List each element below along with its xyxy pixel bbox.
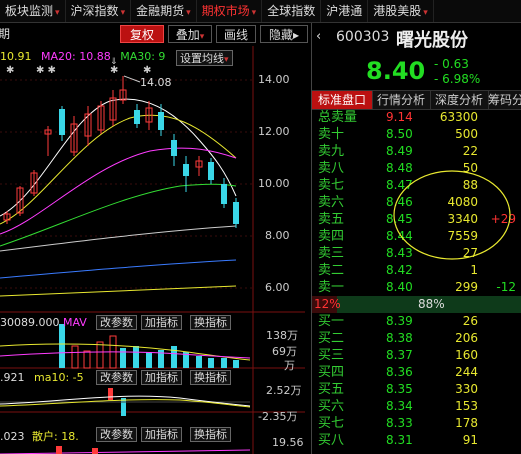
ma120-line: [0, 259, 237, 279]
quote-panel: ‹ 600303 曙光股份 8.40 - 0.63 - 6.98% 标准盘口 行…: [311, 23, 521, 454]
chart-toolbar: 期 复权 叠加▾ 画线 隐藏▸: [0, 23, 310, 45]
volume-legend-value: 30089.000: [0, 316, 60, 329]
candle-8: [97, 101, 105, 134]
chevron-right-icon: ▸: [292, 28, 300, 42]
candle-4: [44, 126, 52, 156]
chevron-down-icon: ▾: [120, 8, 126, 18]
price-axis-tick: 12.00: [258, 125, 290, 138]
candle-5: [59, 106, 65, 141]
macd-legend-b: ma10: -5: [34, 371, 84, 384]
retail-axis-tick: 19.56: [272, 436, 304, 449]
signal-star-icon: ✱: [6, 65, 14, 76]
top-nav: 板块监测 ▾ 沪深指数 ▾ 金融期货 ▾ 期权市场 ▾ 全球指数 沪港通 港股美股 ▾: [0, 0, 521, 23]
chevron-down-icon: ▾: [186, 8, 191, 18]
price-axis-tick: 6.00: [265, 281, 290, 294]
volume-axis-tick: 万: [284, 359, 295, 372]
set-ma-label: 设置均线: [180, 52, 224, 65]
macd-legend: .921 ma10: -5: [0, 371, 84, 384]
signal-star-icon: ✱ ✱: [36, 65, 56, 76]
price-axis-tick: 10.00: [258, 177, 290, 190]
annotation-ellipse: [393, 170, 511, 260]
add-indicator-button[interactable]: 加指标: [141, 427, 182, 442]
ma30-value: MA30: 9: [120, 50, 166, 63]
nav-item-label: 全球指数: [267, 4, 316, 18]
nav-item-3[interactable]: 期权市场 ▾: [197, 0, 263, 22]
add-indicator-button[interactable]: 加指标: [141, 370, 182, 385]
chevron-down-icon: ▾: [55, 8, 60, 18]
candle-19: [233, 198, 239, 228]
nav-item-label: 板块监测: [5, 4, 54, 18]
fuquan-button[interactable]: 复权: [120, 25, 164, 43]
hide-button[interactable]: 隐藏▸: [260, 25, 308, 43]
kline-svg: ✱ ✱ ✱ ✱ ✱ ⇓: [0, 46, 305, 454]
ma60-line: [0, 225, 237, 252]
candle-7: [84, 106, 92, 146]
volume-legend: 30089.000 MAV: [0, 316, 87, 329]
candle-14: [171, 134, 177, 166]
ma20-value: MA20: 10.88: [41, 50, 111, 63]
set-ma-button[interactable]: 设置均线▾: [176, 50, 233, 66]
nav-item-label: 沪港通: [326, 4, 363, 18]
ma-legend: 10.91 MA20: 10.88 MA30: 9: [0, 50, 165, 63]
overlay-button[interactable]: 叠加▾: [168, 25, 212, 43]
macd-axis-tick: 2.52万: [266, 384, 302, 397]
add-indicator-button[interactable]: 加指标: [141, 315, 182, 330]
candle-18: [221, 178, 227, 208]
nav-item-4[interactable]: 全球指数: [262, 0, 322, 22]
nav-item-label: 港股美股: [373, 4, 422, 18]
retail-legend: .023 散户: 18.: [0, 428, 79, 444]
nav-item-label: 沪深指数: [70, 4, 119, 18]
ma10-value: 10.91: [0, 50, 32, 63]
hide-label: 隐藏: [268, 28, 293, 42]
edit-params-button[interactable]: 改参数: [96, 370, 137, 385]
chevron-down-icon: ▾: [199, 32, 205, 42]
price-axis-tick: 14.00: [258, 73, 290, 86]
candle-15: [183, 156, 189, 192]
chevron-down-icon: ▾: [251, 8, 257, 18]
candle-9: [109, 90, 117, 126]
ma5-line: [0, 98, 237, 217]
candle-17: [208, 158, 214, 184]
candle-16: [195, 156, 203, 176]
signal-star-icon: ✱: [143, 65, 151, 76]
switch-indicator-button[interactable]: 换指标: [190, 427, 231, 442]
chevron-down-icon: ▾: [224, 55, 229, 65]
macd-axis-tick: -2.35万: [258, 410, 298, 423]
edit-params-button[interactable]: 改参数: [96, 427, 137, 442]
retail-legend-b: 散户: 18.: [32, 430, 79, 443]
overlay-label: 叠加: [175, 28, 200, 42]
nav-item-6[interactable]: 港股美股 ▾: [368, 0, 434, 22]
chevron-down-icon: ▾: [423, 8, 428, 18]
volume-axis-tick: 138万: [266, 329, 298, 342]
nav-item-5[interactable]: 沪港通: [321, 0, 369, 22]
draw-line-button[interactable]: 画线: [216, 25, 256, 43]
nav-item-label: 期权市场: [201, 4, 250, 18]
price-panel: ✱ ✱ ✱ ✱ ✱ ⇓: [0, 46, 254, 454]
nav-item-0[interactable]: 板块监测 ▾: [0, 0, 66, 22]
switch-indicator-button[interactable]: 换指标: [190, 315, 231, 330]
high-price-label: 14.08: [140, 76, 172, 89]
macd-legend-a: .921: [0, 371, 25, 384]
volume-ma-label: MAV: [63, 316, 87, 329]
edit-params-button[interactable]: 改参数: [96, 315, 137, 330]
nav-item-label: 金融期货: [136, 4, 185, 18]
retail-legend-a: .023: [0, 430, 25, 443]
nav-item-2[interactable]: 金融期货 ▾: [131, 0, 197, 22]
candle-6: [70, 116, 78, 156]
kline-chart-area[interactable]: ✱ ✱ ✱ ✱ ✱ ⇓ 10.91 MA20: 10.88 MA30: 9 设置…: [0, 46, 305, 454]
retail-indicator: [0, 446, 251, 454]
period-selector[interactable]: 期: [0, 25, 24, 43]
candle-2: [16, 186, 24, 216]
switch-indicator-button[interactable]: 换指标: [190, 370, 231, 385]
price-axis-tick: 8.00: [265, 229, 290, 242]
nav-item-1[interactable]: 沪深指数 ▾: [66, 0, 132, 22]
candle-11: [134, 104, 140, 128]
